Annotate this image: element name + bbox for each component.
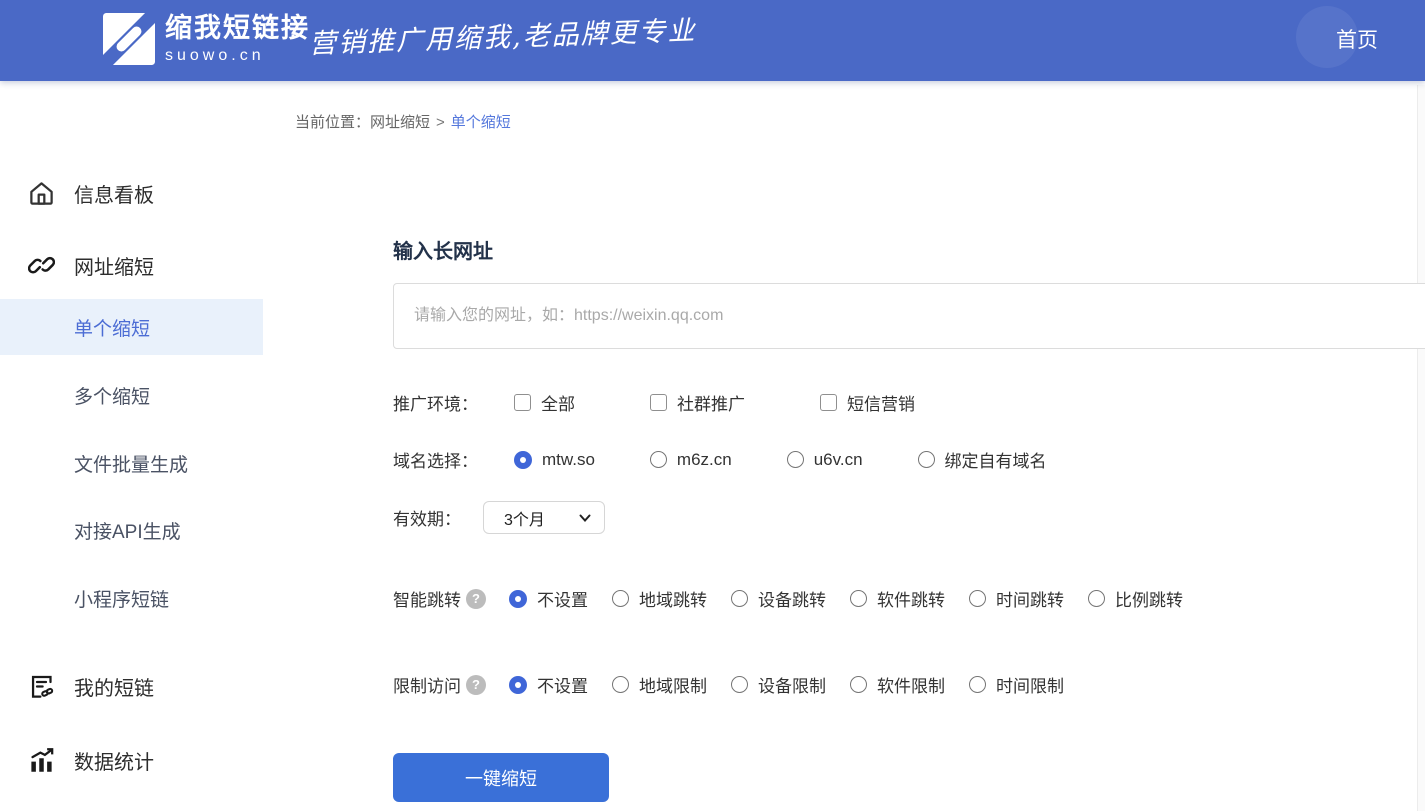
smart-jump-row: 智能跳转 ? 不设置 地域跳转 设备跳转 软件跳转 时间跳转 比例跳转 bbox=[393, 586, 1207, 611]
domain-option-m6z[interactable]: m6z.cn bbox=[650, 450, 732, 470]
radio-limit-time[interactable] bbox=[969, 676, 986, 693]
sidebar-item-label: 单个缩短 bbox=[74, 314, 150, 341]
sidebar-item-dashboard[interactable]: 信息看板 bbox=[0, 177, 263, 209]
radio-custom-domain[interactable] bbox=[918, 451, 935, 468]
access-limit-row: 限制访问 ? 不设置 地域限制 设备限制 软件限制 时间限制 bbox=[393, 672, 1088, 697]
domain-select-label: 域名选择： bbox=[393, 447, 514, 472]
radio-limit-region[interactable] bbox=[612, 676, 629, 693]
validity-select[interactable]: 3个月 bbox=[483, 501, 605, 534]
radio-jump-device[interactable] bbox=[731, 590, 748, 607]
promo-option-sms[interactable]: 短信营销 bbox=[820, 390, 915, 415]
domain-option-u6v[interactable]: u6v.cn bbox=[787, 450, 863, 470]
breadcrumb-parent[interactable]: 网址缩短 bbox=[370, 114, 430, 131]
sidebar-item-single-shorten[interactable]: 单个缩短 bbox=[0, 299, 263, 355]
tagline-dot: · bbox=[288, 20, 298, 50]
limit-option-device[interactable]: 设备限制 bbox=[731, 672, 826, 697]
sidebar-item-label: 我的短链 bbox=[74, 672, 154, 701]
sidebar-item-statistics[interactable]: 数据统计 bbox=[0, 744, 263, 776]
sidebar-item-multi-shorten[interactable]: 多个缩短 bbox=[0, 381, 263, 409]
nav-home-link[interactable]: 首页 bbox=[1336, 24, 1378, 54]
sidebar-item-label: 域名管理 bbox=[74, 808, 154, 811]
limit-option-time[interactable]: 时间限制 bbox=[969, 672, 1064, 697]
access-limit-label: 限制访问 bbox=[393, 672, 466, 697]
smart-jump-label: 智能跳转 bbox=[393, 586, 466, 611]
validity-row: 有效期： 3个月 bbox=[393, 501, 605, 534]
domain-option-mtw[interactable]: mtw.so bbox=[514, 450, 595, 470]
limit-option-none[interactable]: 不设置 bbox=[509, 672, 588, 697]
breadcrumb-current[interactable]: 单个缩短 bbox=[451, 114, 511, 131]
jump-option-device[interactable]: 设备跳转 bbox=[731, 586, 826, 611]
radio-limit-device[interactable] bbox=[731, 676, 748, 693]
doc-link-icon bbox=[28, 673, 55, 700]
radio-jump-region[interactable] bbox=[612, 590, 629, 607]
link-icon bbox=[28, 252, 55, 279]
jump-option-time[interactable]: 时间跳转 bbox=[969, 586, 1064, 611]
radio-u6v[interactable] bbox=[787, 451, 804, 468]
scrollbar-track[interactable] bbox=[1418, 85, 1425, 811]
breadcrumb-separator: > bbox=[436, 114, 445, 131]
jump-option-region[interactable]: 地域跳转 bbox=[612, 586, 707, 611]
promo-option-community[interactable]: 社群推广 bbox=[650, 390, 745, 415]
checkbox-community[interactable] bbox=[650, 394, 667, 411]
checkbox-sms[interactable] bbox=[820, 394, 837, 411]
sidebar-item-label: 对接API生成 bbox=[74, 517, 181, 544]
sidebar-item-label: 小程序短链 bbox=[74, 585, 169, 612]
radio-mtw[interactable] bbox=[514, 451, 532, 469]
sidebar-item-domain-manage[interactable]: 域名管理 bbox=[0, 806, 263, 811]
radio-m6z[interactable] bbox=[650, 451, 667, 468]
radio-limit-software[interactable] bbox=[850, 676, 867, 693]
page: 缩我短链接 suowo.cn · 营销推广用缩我,老品牌更专业 首页 当前位置：… bbox=[0, 0, 1425, 811]
jump-option-software[interactable]: 软件跳转 bbox=[850, 586, 945, 611]
sidebar-item-file-batch[interactable]: 文件批量生成 bbox=[0, 449, 263, 477]
brand-tagline: 营销推广用缩我,老品牌更专业 bbox=[308, 0, 697, 61]
radio-jump-none[interactable] bbox=[509, 590, 527, 608]
promo-env-row: 推广环境： 全部 社群推广 短信营销 bbox=[393, 390, 990, 415]
checkbox-all[interactable] bbox=[514, 394, 531, 411]
limit-option-software[interactable]: 软件限制 bbox=[850, 672, 945, 697]
sidebar-item-label: 多个缩短 bbox=[74, 382, 150, 409]
breadcrumb-prefix: 当前位置： bbox=[295, 114, 370, 131]
help-icon[interactable]: ? bbox=[466, 589, 486, 609]
home-icon bbox=[28, 180, 55, 207]
jump-option-ratio[interactable]: 比例跳转 bbox=[1088, 586, 1183, 611]
radio-limit-none[interactable] bbox=[509, 676, 527, 694]
breadcrumb: 当前位置：网址缩短 > 单个缩短 bbox=[295, 111, 511, 132]
validity-label: 有效期： bbox=[393, 505, 483, 530]
limit-option-region[interactable]: 地域限制 bbox=[612, 672, 707, 697]
brand-s-icon bbox=[103, 13, 155, 65]
header: 缩我短链接 suowo.cn · 营销推广用缩我,老品牌更专业 首页 bbox=[0, 0, 1425, 81]
sidebar-item-label: 信息看板 bbox=[74, 179, 154, 208]
radio-jump-ratio[interactable] bbox=[1088, 590, 1105, 607]
chevron-down-icon bbox=[578, 511, 592, 525]
validity-selected-value: 3个月 bbox=[504, 506, 545, 530]
sidebar-item-miniprogram-link[interactable]: 小程序短链 bbox=[0, 584, 263, 612]
sidebar-item-api-generate[interactable]: 对接API生成 bbox=[0, 516, 263, 544]
jump-option-none[interactable]: 不设置 bbox=[509, 586, 588, 611]
promo-env-label: 推广环境： bbox=[393, 390, 514, 415]
brand-tagline-wrap: · 营销推广用缩我,老品牌更专业 bbox=[288, 12, 696, 61]
chart-icon bbox=[28, 747, 55, 774]
shorten-submit-button[interactable]: 一键缩短 bbox=[393, 753, 609, 802]
domain-select-row: 域名选择： mtw.so m6z.cn u6v.cn 绑定自有域名 bbox=[393, 447, 1102, 472]
sidebar-item-label: 文件批量生成 bbox=[74, 450, 188, 477]
radio-jump-software[interactable] bbox=[850, 590, 867, 607]
brand-logo[interactable]: 缩我短链接 suowo.cn bbox=[103, 13, 310, 65]
help-icon[interactable]: ? bbox=[466, 675, 486, 695]
form-title: 输入长网址 bbox=[393, 235, 493, 264]
sidebar: 信息看板 网址缩短 单个缩短 多个缩短 文件批量生成 对接API生成 小程序短链 bbox=[0, 85, 263, 811]
radio-jump-time[interactable] bbox=[969, 590, 986, 607]
sidebar-item-label: 数据统计 bbox=[74, 746, 154, 775]
sidebar-item-url-shorten[interactable]: 网址缩短 bbox=[0, 249, 263, 281]
sidebar-item-label: 网址缩短 bbox=[74, 251, 154, 280]
long-url-input[interactable] bbox=[393, 283, 1425, 349]
sidebar-item-my-links[interactable]: 我的短链 bbox=[0, 670, 263, 702]
promo-option-all[interactable]: 全部 bbox=[514, 390, 575, 415]
domain-option-custom[interactable]: 绑定自有域名 bbox=[918, 447, 1047, 472]
